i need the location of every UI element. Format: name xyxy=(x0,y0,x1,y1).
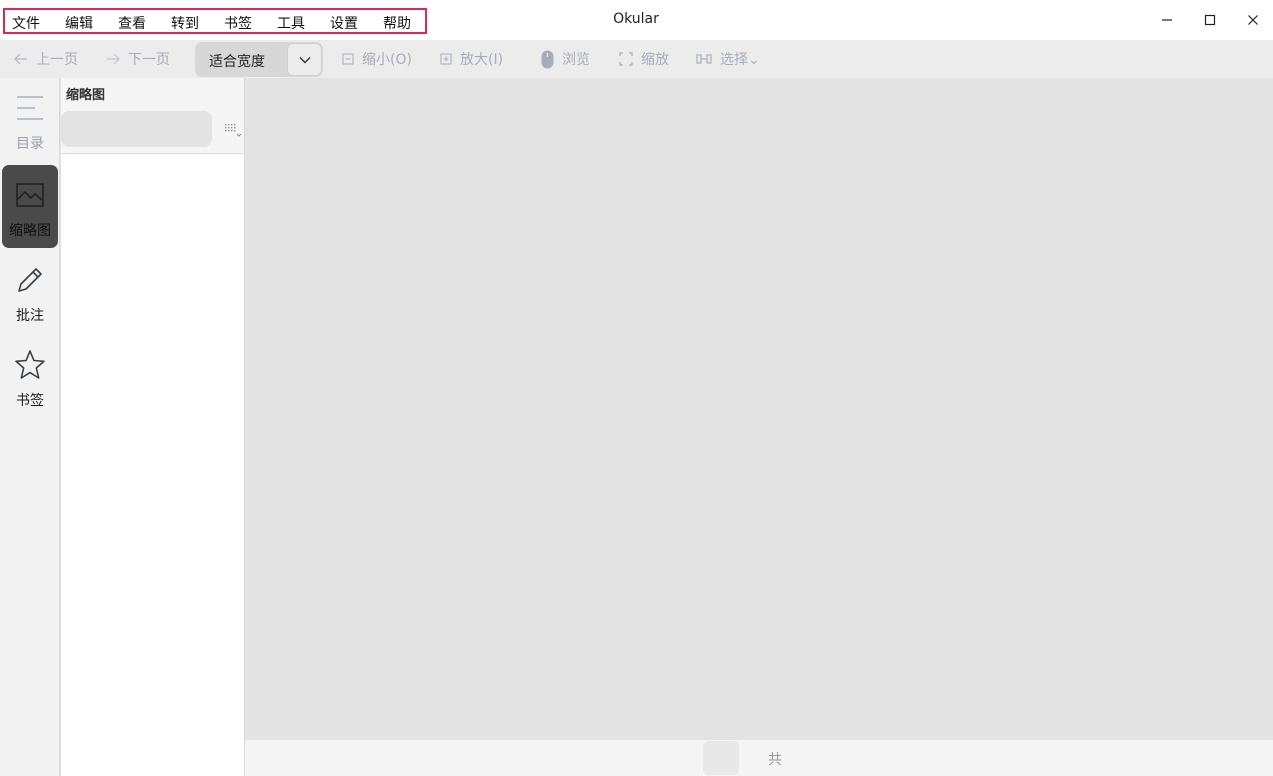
minimize-button[interactable] xyxy=(1152,8,1182,32)
thumbnail-panel: 缩略图 xyxy=(61,78,245,776)
prev-page-label: 上一页 xyxy=(36,52,78,68)
zoom-out-label: 缩小(O) xyxy=(362,52,412,68)
zoom-tool-button[interactable]: 缩放 xyxy=(619,40,669,78)
pencil-icon xyxy=(18,268,42,292)
prev-page-button[interactable]: 上一页 xyxy=(14,40,78,78)
arrow-left-icon xyxy=(14,53,27,65)
arrow-right-icon xyxy=(107,53,120,65)
menu-bookmarks[interactable]: 书签 xyxy=(224,13,252,33)
page-total-label: 共 xyxy=(768,752,782,768)
chevron-down-icon xyxy=(299,56,310,63)
sidebar-tab-bar: 目录 缩略图 批注 书签 xyxy=(0,78,60,776)
menu-go[interactable]: 转到 xyxy=(171,13,199,33)
select-label: 选择⌄ xyxy=(720,52,760,68)
browse-label: 浏览 xyxy=(562,52,590,68)
title-bar: 文件 编辑 查看 转到 书签 工具 设置 帮助 Okular xyxy=(0,0,1273,40)
sidebar-tab-contents[interactable]: 目录 xyxy=(2,78,58,161)
zoom-select-icon xyxy=(619,52,633,66)
star-icon xyxy=(15,350,45,379)
sidebar-tab-bookmarks-label: 书签 xyxy=(16,393,44,409)
menu-file[interactable]: 文件 xyxy=(12,13,40,33)
zoom-in-label: 放大(I) xyxy=(460,52,504,68)
sidebar-tab-annotations[interactable]: 批注 xyxy=(2,250,58,333)
close-button[interactable] xyxy=(1238,8,1268,32)
zoom-select[interactable]: 适合宽度 xyxy=(195,42,323,77)
menu-settings[interactable]: 设置 xyxy=(330,13,358,33)
menu-help[interactable]: 帮助 xyxy=(383,13,411,33)
close-icon xyxy=(1248,15,1258,25)
sidebar-tab-contents-label: 目录 xyxy=(16,136,44,152)
thumbnail-panel-title: 缩略图 xyxy=(66,88,106,103)
menu-bar: 文件 编辑 查看 转到 书签 工具 设置 帮助 xyxy=(3,8,427,34)
minimize-icon xyxy=(1162,19,1172,21)
main-toolbar: 上一页 下一页 适合宽度 缩小(O) 放大(I) 浏览 缩放 选择⌄ xyxy=(0,40,1273,78)
sidebar-tab-thumbnails[interactable]: 缩略图 xyxy=(2,165,58,248)
next-page-button[interactable]: 下一页 xyxy=(106,40,170,78)
filter-options-icon xyxy=(225,124,242,137)
maximize-icon xyxy=(1204,14,1216,26)
window-title: Okular xyxy=(613,11,659,27)
thumbnail-search-input[interactable] xyxy=(61,111,212,147)
zoom-in-icon xyxy=(440,53,452,65)
menu-view[interactable]: 查看 xyxy=(118,13,146,33)
zoom-value: 适合宽度 xyxy=(209,54,265,70)
mouse-icon xyxy=(541,50,554,68)
zoom-in-button[interactable]: 放大(I) xyxy=(440,40,503,78)
browse-tool-button[interactable]: 浏览 xyxy=(541,40,590,78)
next-page-label: 下一页 xyxy=(128,52,170,68)
contents-icon xyxy=(17,96,43,120)
zoom-out-icon xyxy=(342,53,354,65)
zoom-tool-label: 缩放 xyxy=(641,52,669,68)
select-tool-button[interactable]: 选择⌄ xyxy=(696,40,760,78)
sidebar-tab-bookmarks[interactable]: 书签 xyxy=(2,335,58,418)
thumbnail-list[interactable] xyxy=(61,154,244,776)
thumbnail-panel-header: 缩略图 xyxy=(61,78,244,154)
thumbnail-filter-button[interactable] xyxy=(223,122,243,140)
zoom-dropdown-button[interactable] xyxy=(287,43,322,76)
menu-edit[interactable]: 编辑 xyxy=(65,13,93,33)
thumbnail-image-icon xyxy=(16,183,44,207)
maximize-button[interactable] xyxy=(1195,8,1225,32)
sidebar-tab-annotations-label: 批注 xyxy=(16,308,44,324)
zoom-out-button[interactable]: 缩小(O) xyxy=(342,40,412,78)
page-number-input[interactable] xyxy=(703,741,739,775)
text-select-icon xyxy=(696,54,712,64)
document-view[interactable] xyxy=(245,78,1273,740)
sidebar-tab-thumbnails-label: 缩略图 xyxy=(9,223,51,239)
page-navigation-bar: 共 xyxy=(245,740,1273,776)
menu-tools[interactable]: 工具 xyxy=(277,13,305,33)
